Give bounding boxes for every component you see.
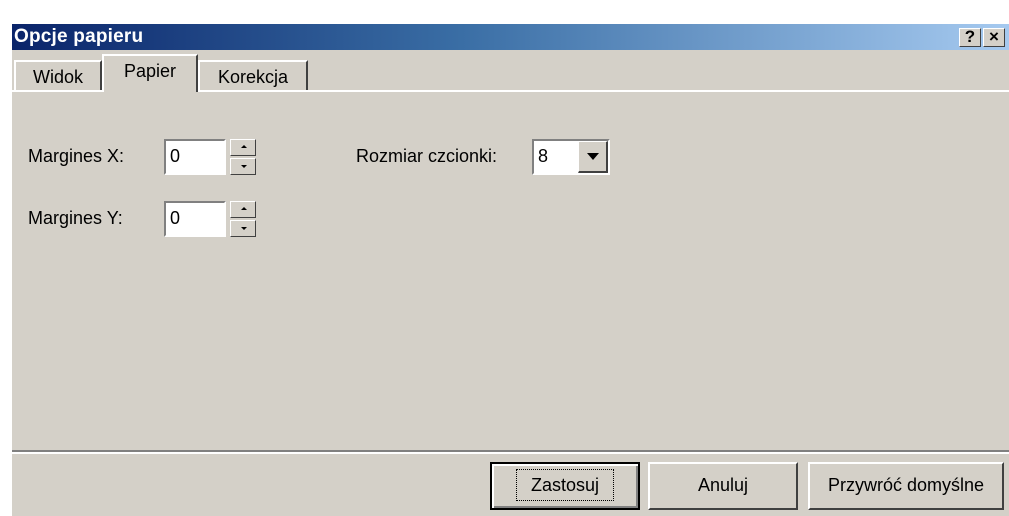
apply-button[interactable]: Zastosuj	[490, 462, 640, 510]
close-icon: ×	[989, 27, 999, 46]
margin-y-label: Margines Y:	[28, 208, 123, 228]
margin-x-input[interactable]: 0	[164, 139, 226, 175]
tab-papier-label: Papier	[123, 61, 177, 81]
dialog-title: Opcje papieru	[14, 26, 144, 47]
arrow-down-icon	[241, 227, 247, 230]
font-size-value: 8	[538, 146, 549, 166]
margin-x-increment-button[interactable]	[230, 139, 256, 156]
tab-widok-label: Widok	[32, 67, 83, 87]
cancel-button[interactable]: Anuluj	[648, 462, 798, 510]
chevron-down-icon	[587, 153, 599, 160]
margin-y-spinner	[230, 201, 256, 237]
title-bar[interactable]: Opcje papieru ? ×	[12, 24, 1009, 50]
arrow-up-icon	[241, 145, 247, 148]
margin-x-label: Margines X:	[28, 146, 125, 166]
margin-y-value: 0	[170, 208, 181, 228]
apply-button-label: Zastosuj	[515, 469, 615, 501]
restore-defaults-button[interactable]: Przywróć domyślne	[808, 462, 1004, 510]
footer-divider	[12, 450, 1009, 454]
tab-widok[interactable]: Widok	[14, 60, 102, 90]
arrow-down-icon	[241, 165, 247, 168]
margin-x-decrement-button[interactable]	[230, 158, 256, 175]
close-button[interactable]: ×	[983, 28, 1005, 47]
margin-y-increment-button[interactable]	[230, 201, 256, 218]
dialog-window: Opcje papieru ? × Widok Papier Korekcja …	[10, 22, 1009, 516]
margin-x-spinner	[230, 139, 256, 175]
font-size-dropdown-button[interactable]	[578, 141, 608, 173]
tab-strip: Widok Papier Korekcja	[12, 52, 1009, 92]
tab-panel-papier: Margines X: 0 Margines Y: 0 Rozmiar czci…	[12, 90, 1009, 448]
arrow-up-icon	[241, 207, 247, 210]
restore-defaults-button-label: Przywróć domyślne	[827, 475, 985, 495]
cancel-button-label: Anuluj	[697, 475, 749, 495]
font-size-label: Rozmiar czcionki:	[356, 146, 498, 166]
tab-korekcja[interactable]: Korekcja	[198, 60, 308, 90]
tab-korekcja-label: Korekcja	[217, 67, 289, 87]
font-size-select[interactable]: 8	[532, 139, 610, 175]
margin-y-decrement-button[interactable]	[230, 220, 256, 237]
margin-y-input[interactable]: 0	[164, 201, 226, 237]
help-button[interactable]: ?	[959, 28, 981, 47]
margin-x-value: 0	[170, 146, 181, 166]
tab-papier[interactable]: Papier	[102, 54, 198, 92]
help-icon: ?	[964, 27, 976, 46]
